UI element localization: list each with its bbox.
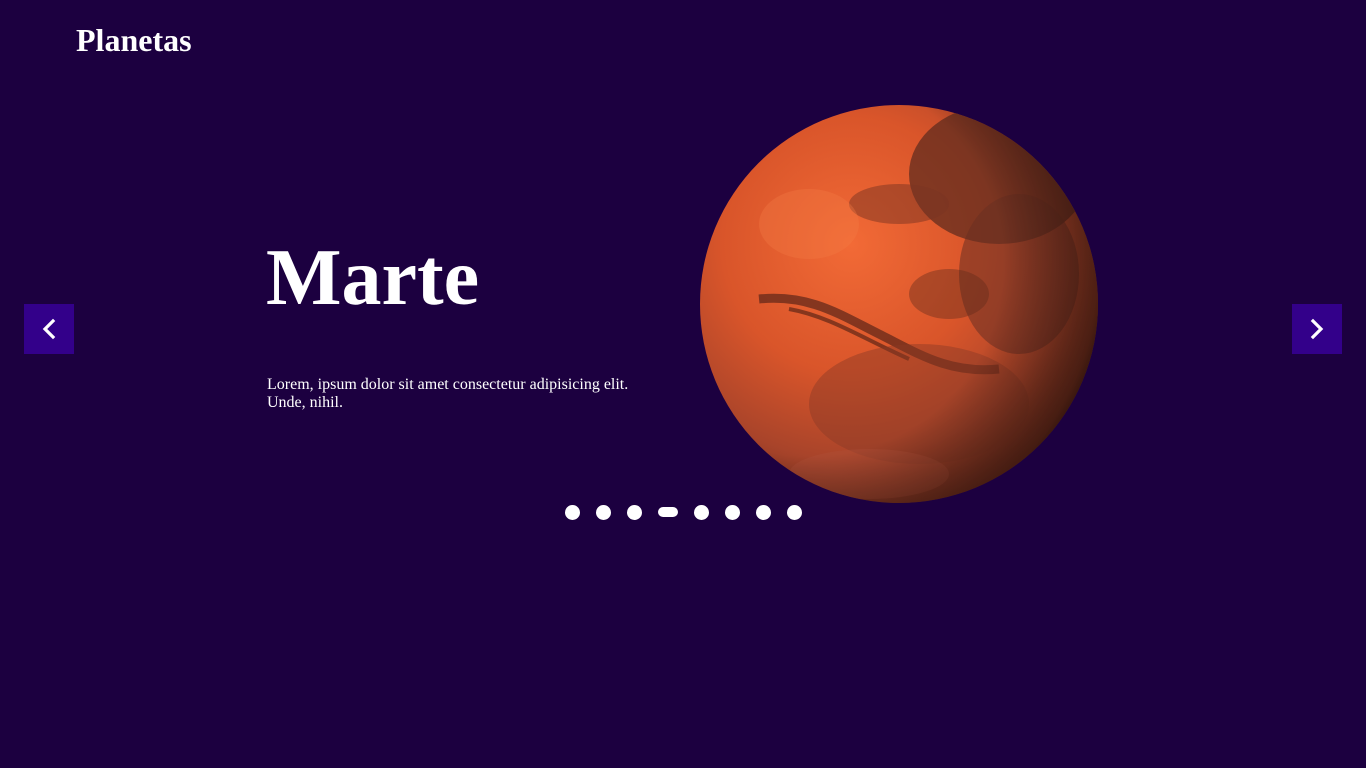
chevron-left-icon	[42, 318, 56, 340]
next-slide-button[interactable]	[1292, 304, 1342, 354]
pagination-dot-active[interactable]	[658, 507, 678, 517]
pagination-dot[interactable]	[756, 504, 771, 520]
carousel-pagination	[565, 504, 802, 520]
pagination-dot[interactable]	[787, 504, 802, 520]
prev-slide-button[interactable]	[24, 304, 74, 354]
site-title: Planetas	[76, 22, 192, 58]
chevron-right-icon	[1310, 318, 1324, 340]
pagination-dot[interactable]	[725, 504, 740, 520]
pagination-dot[interactable]	[694, 504, 709, 520]
mars-planet-image	[700, 105, 1098, 503]
page: Planetas Marte Lorem, ipsum dolor sit am…	[0, 0, 1366, 768]
pagination-dot[interactable]	[596, 504, 611, 520]
slide-heading: Marte	[266, 234, 480, 322]
slide-description: Lorem, ipsum dolor sit amet consectetur …	[267, 376, 629, 411]
pagination-dot[interactable]	[627, 504, 642, 520]
pagination-dot[interactable]	[565, 504, 580, 520]
